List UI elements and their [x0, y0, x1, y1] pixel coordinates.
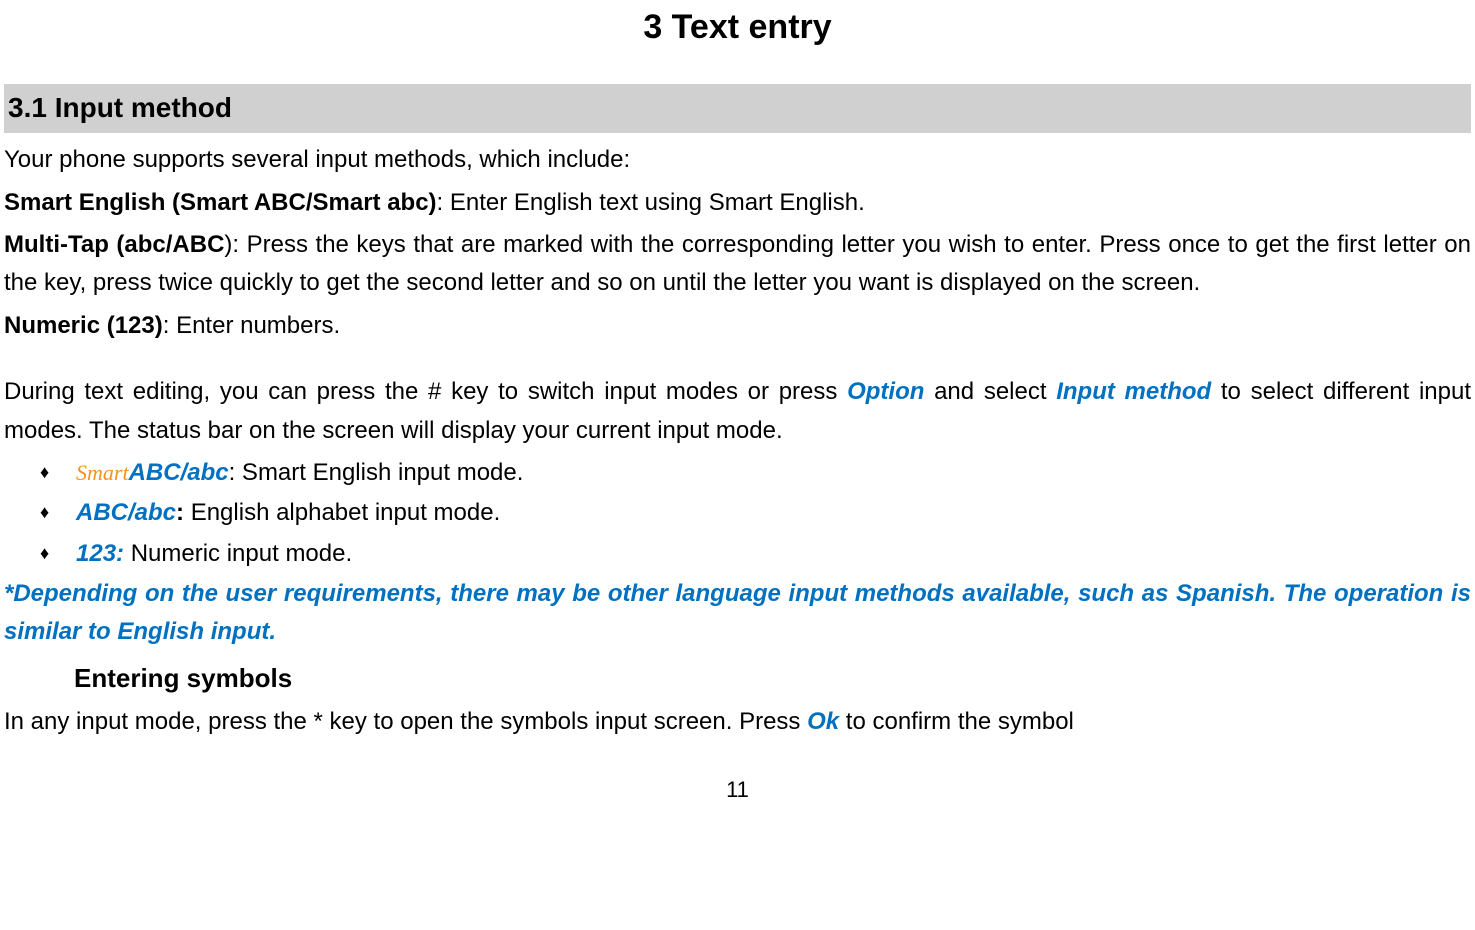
bullet-2-highlight: ABC/abc — [76, 499, 176, 526]
section-heading: 3.1 Input method — [4, 84, 1471, 133]
bullet-2-colon: : — [176, 499, 191, 526]
symbols-text-post: to confirm the symbol — [839, 708, 1074, 735]
numeric-label: Numeric (123) — [4, 312, 163, 339]
symbols-subheading: Entering symbols — [74, 658, 1471, 700]
symbols-text-pre: In any input mode, press the * key to op… — [4, 708, 807, 735]
symbols-paragraph: In any input mode, press the * key to op… — [4, 703, 1471, 741]
ok-highlight: Ok — [807, 708, 839, 735]
multitap-desc: ): Press the keys that are marked with t… — [4, 231, 1471, 296]
language-note: *Depending on the user requirements, the… — [4, 575, 1471, 652]
multitap-paragraph: Multi-Tap (abc/ABC): Press the keys that… — [4, 226, 1471, 303]
numeric-desc: : Enter numbers. — [163, 312, 340, 339]
bullet-3-highlight: 123: — [76, 540, 124, 567]
bullet-1-text: : Smart English input mode. — [229, 459, 524, 486]
bullet-3-text: Numeric input mode. — [124, 540, 352, 567]
list-item: 123: Numeric input mode. — [40, 535, 1471, 573]
smart-english-paragraph: Smart English (Smart ABC/Smart abc): Ent… — [4, 184, 1471, 222]
page-number: 11 — [4, 772, 1471, 807]
chapter-title: 3 Text entry — [4, 0, 1471, 54]
bullet-2-text: English alphabet input mode. — [191, 499, 501, 526]
editing-text-mid: and select — [924, 378, 1056, 405]
list-item: ABC/abc: English alphabet input mode. — [40, 494, 1471, 532]
smart-english-desc: : Enter English text using Smart English… — [437, 189, 865, 216]
input-method-highlight: Input method — [1056, 378, 1211, 405]
editing-text-pre: During text editing, you can press the #… — [4, 378, 847, 405]
editing-paragraph: During text editing, you can press the #… — [4, 373, 1471, 450]
multitap-label: Multi-Tap (abc/ABC — [4, 231, 224, 258]
numeric-paragraph: Numeric (123): Enter numbers. — [4, 307, 1471, 345]
list-item: SmartABC/abc: Smart English input mode. — [40, 454, 1471, 492]
bullet-list: SmartABC/abc: Smart English input mode. … — [40, 454, 1471, 573]
intro-paragraph: Your phone supports several input method… — [4, 141, 1471, 179]
smart-icon: Smart — [76, 460, 129, 485]
option-highlight: Option — [847, 378, 924, 405]
bullet-1-highlight: ABC/abc — [129, 459, 229, 486]
smart-english-label: Smart English (Smart ABC/Smart abc) — [4, 189, 437, 216]
